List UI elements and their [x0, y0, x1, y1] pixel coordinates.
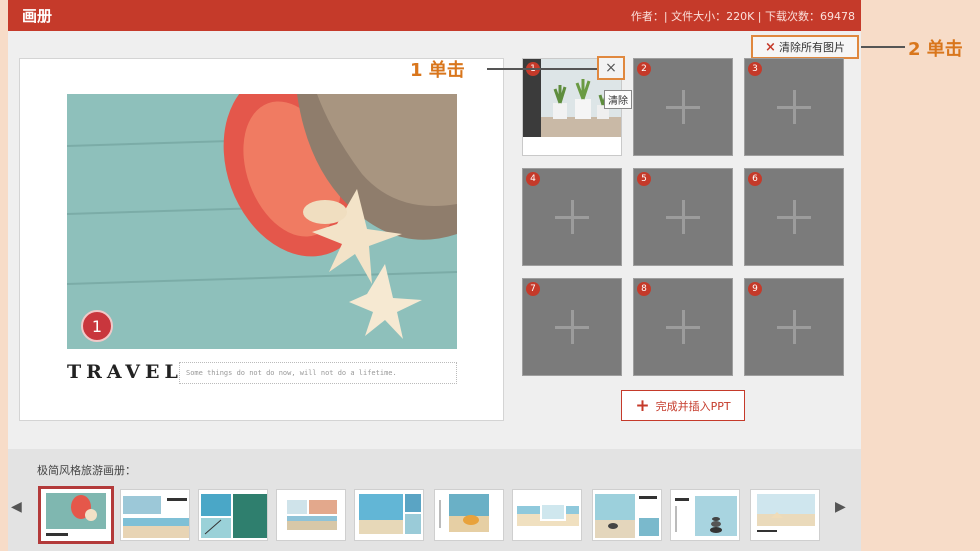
beach-still-life-image	[67, 94, 457, 349]
close-icon: ×	[605, 60, 617, 76]
step2-connector	[861, 46, 905, 48]
template-thumbnail[interactable]	[120, 489, 190, 541]
template-category-title: 极简风格旅游画册：	[37, 464, 136, 477]
caption-input[interactable]: Some things do not do now, will not do a…	[179, 362, 457, 384]
photo-slot-2[interactable]: 2	[633, 58, 733, 156]
template-preview-icon	[593, 490, 661, 540]
add-photo-icon	[666, 200, 700, 234]
add-photo-icon	[555, 310, 589, 344]
photo-slot-7[interactable]: 7	[522, 278, 622, 376]
photo-slot-4[interactable]: 4	[522, 168, 622, 266]
photo-slot-9[interactable]: 9	[744, 278, 844, 376]
template-preview-icon	[41, 489, 111, 541]
template-preview-icon	[199, 490, 267, 540]
remove-tooltip: 清除	[604, 90, 632, 109]
photo-slot-8[interactable]: 8	[633, 278, 733, 376]
step1-connector	[487, 68, 597, 70]
template-thumbnail[interactable]	[354, 489, 424, 541]
remove-photo-button[interactable]: ×	[597, 56, 625, 80]
template-preview-icon	[513, 490, 581, 540]
template-thumbnail[interactable]	[434, 489, 504, 541]
title-bar: 画册 作者：| 文件大小：220K | 下载次数：69478	[8, 0, 861, 31]
window-title: 画册	[22, 7, 53, 25]
preview-photo	[67, 94, 457, 349]
add-photo-icon	[555, 200, 589, 234]
slot-number: 5	[637, 172, 651, 186]
slot-number: 4	[526, 172, 540, 186]
close-icon: ×	[765, 39, 776, 55]
template-thumbnail[interactable]	[198, 489, 268, 541]
clear-all-button[interactable]: × 清除所有图片	[751, 35, 859, 59]
template-preview-icon	[277, 490, 345, 540]
clear-all-label: 清除所有图片	[778, 41, 845, 54]
slot-number: 7	[526, 282, 540, 296]
add-photo-icon	[777, 200, 811, 234]
template-thumbnail[interactable]	[512, 489, 582, 541]
add-photo-icon	[666, 310, 700, 344]
add-photo-icon	[777, 310, 811, 344]
slot-number: 8	[637, 282, 651, 296]
slot-number: 3	[748, 62, 762, 76]
album-dialog: 画册 作者：| 文件大小：220K | 下载次数：69478 × 清除所有图片	[8, 0, 861, 551]
file-meta: 作者：| 文件大小：220K | 下载次数：69478	[630, 10, 855, 23]
template-thumbnail[interactable]	[592, 489, 662, 541]
finish-insert-ppt-button[interactable]: + 完成并插入PPT	[621, 390, 745, 421]
template-preview-icon	[435, 490, 503, 540]
template-thumbnail[interactable]	[38, 486, 114, 544]
template-preview-icon	[671, 490, 739, 540]
plus-icon: +	[635, 395, 650, 416]
slot-number: 6	[748, 172, 762, 186]
template-thumbnail[interactable]	[276, 489, 346, 541]
slot-number: 2	[637, 62, 651, 76]
step2-callout: 2 单击	[908, 39, 963, 60]
add-photo-icon	[777, 90, 811, 124]
finish-button-label: 完成并插入PPT	[655, 399, 731, 413]
photo-slot-5[interactable]: 5	[633, 168, 733, 266]
photo-slot-3[interactable]: 3	[744, 58, 844, 156]
template-preview-icon	[121, 490, 189, 540]
step1-callout: 1 单击	[410, 60, 465, 81]
previous-template-icon[interactable]: ◀	[11, 499, 22, 515]
template-preview-icon	[355, 490, 423, 540]
album-preview: 1 TRAVEL Some things do not do now, will…	[19, 58, 504, 421]
photo-slot-6[interactable]: 6	[744, 168, 844, 266]
slot-number: 9	[748, 282, 762, 296]
template-thumbnail[interactable]	[750, 489, 820, 541]
template-strip: 极简风格旅游画册： ◀ ▶	[8, 449, 861, 551]
template-preview-icon	[751, 490, 819, 540]
photo-number-badge: 1	[81, 310, 113, 342]
next-template-icon[interactable]: ▶	[835, 499, 846, 515]
template-thumbnail[interactable]	[670, 489, 740, 541]
add-photo-icon	[666, 90, 700, 124]
album-heading[interactable]: TRAVEL	[67, 361, 183, 383]
